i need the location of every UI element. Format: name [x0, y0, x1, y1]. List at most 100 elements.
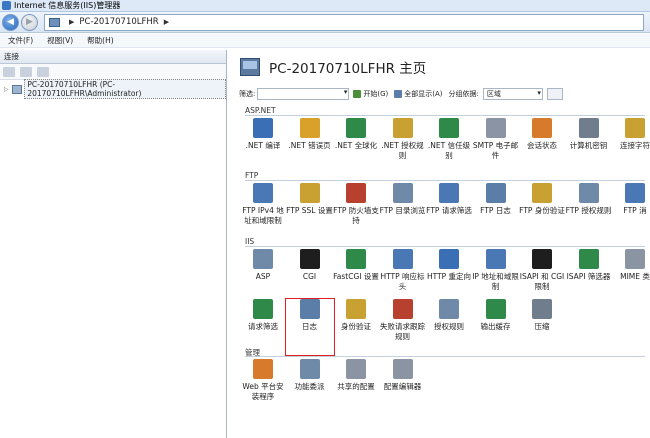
- feature-item[interactable]: 日志: [284, 298, 335, 356]
- feature-item[interactable]: HTTP 重定向: [425, 249, 473, 305]
- refresh-icon[interactable]: [37, 66, 49, 77]
- http-redirect-icon: [439, 249, 459, 269]
- feature-label: FTP IPv4 地址和域限制: [242, 206, 284, 225]
- fastcgi-icon: [346, 249, 366, 269]
- feature-item[interactable]: FTP SSL 设置: [286, 183, 334, 239]
- ftp-ssl-icon: [299, 183, 320, 203]
- mime-icon: [625, 249, 645, 269]
- session-icon: [532, 118, 552, 138]
- feature-item[interactable]: .NET 全球化: [332, 118, 380, 174]
- feature-item[interactable]: FTP IPv4 地址和域限制: [239, 183, 287, 239]
- section-divider: [245, 356, 645, 357]
- feature-item[interactable]: ISAPI 筛选器: [565, 249, 613, 305]
- feature-item[interactable]: 授权规则: [425, 299, 473, 355]
- dotnet-error-page-icon: [299, 118, 320, 138]
- failed-request-icon: [392, 299, 413, 319]
- breadcrumb-separator-end[interactable]: ▶: [164, 18, 169, 26]
- menu-help[interactable]: 帮助(H): [87, 35, 114, 46]
- feature-item[interactable]: FastCGI 设置: [332, 249, 380, 305]
- feature-item[interactable]: ASP: [239, 249, 287, 305]
- feature-item[interactable]: 失败请求跟踪规则: [379, 299, 427, 355]
- connect-icon[interactable]: [3, 66, 15, 77]
- feature-item[interactable]: 功能委派: [286, 359, 334, 415]
- feature-item[interactable]: 输出缓存: [472, 299, 520, 355]
- ftp-filter-icon: [439, 183, 459, 203]
- forward-button[interactable]: ▶: [21, 13, 38, 31]
- tree-item-label[interactable]: PC-20170710LFHR (PC-20170710LFHR\Adminis…: [24, 79, 226, 99]
- start-button[interactable]: 开始(G): [353, 89, 388, 99]
- machine-key-icon: [578, 118, 599, 138]
- feature-item[interactable]: CGI: [286, 249, 334, 305]
- feature-item[interactable]: .NET 编译: [239, 118, 287, 174]
- feature-item[interactable]: IP 地址和域限制: [472, 249, 520, 305]
- lock-icon: [392, 118, 413, 138]
- view-mode-button[interactable]: [546, 88, 563, 100]
- feature-item[interactable]: FTP 目录浏览: [379, 183, 427, 239]
- feature-item[interactable]: FTP 请求筛选: [425, 183, 473, 239]
- section-header[interactable]: ASP.NET: [245, 106, 276, 115]
- dotnet-compile-icon: [253, 118, 273, 138]
- section-divider: [245, 246, 645, 247]
- start-label: 开始(G): [363, 90, 389, 98]
- filter-input[interactable]: [257, 88, 350, 100]
- address-bar[interactable]: ▶ PC-20170710LFHR ▶: [44, 13, 644, 31]
- feature-item[interactable]: MIME 类: [611, 249, 650, 305]
- feature-label: 日志: [302, 322, 317, 331]
- menu-file[interactable]: 文件(F): [8, 35, 33, 46]
- section-divider: [245, 180, 645, 181]
- log-icon: [299, 299, 320, 319]
- feature-label: FTP 防火墙支持: [333, 206, 379, 225]
- feature-item[interactable]: 配置编辑器: [379, 359, 427, 415]
- breadcrumb-server[interactable]: PC-20170710LFHR: [79, 17, 158, 27]
- feature-label: .NET 全球化: [334, 141, 378, 150]
- feature-item[interactable]: FTP 授权规则: [565, 183, 613, 239]
- feature-label: 授权规则: [434, 322, 464, 331]
- show-all-button[interactable]: 全部显示(A): [394, 89, 443, 99]
- feature-item[interactable]: 共享的配置: [332, 359, 380, 415]
- ftp-dir-icon: [392, 183, 413, 203]
- feature-item[interactable]: .NET 信任级别: [425, 118, 473, 174]
- feature-item[interactable]: .NET 授权规则: [379, 118, 427, 174]
- feature-label: FTP 目录浏览: [379, 206, 426, 215]
- trust-shield-icon: [439, 118, 459, 138]
- expand-icon[interactable]: ▷: [4, 86, 9, 93]
- menu-view[interactable]: 视图(V): [47, 35, 73, 46]
- feature-item[interactable]: FTP 日志: [472, 183, 520, 239]
- feature-item[interactable]: FTP 防火墙支持: [332, 183, 380, 239]
- auth-icon: [346, 299, 366, 319]
- section-header[interactable]: FTP: [245, 171, 258, 180]
- window-title: Internet 信息服务(IIS)管理器: [14, 1, 121, 10]
- back-button[interactable]: ◀: [2, 13, 19, 31]
- title-bar: Internet 信息服务(IIS)管理器: [0, 0, 650, 12]
- feature-item[interactable]: 会话状态: [518, 118, 566, 174]
- feature-item[interactable]: FTP 身份验证: [518, 183, 566, 239]
- group-by-select[interactable]: 区域: [482, 88, 543, 100]
- feature-label: ISAPI 和 CGI 限制: [519, 272, 565, 291]
- ftp-ip-icon: [253, 183, 273, 203]
- feature-item[interactable]: 身份验证: [332, 299, 380, 355]
- shared-config-icon: [346, 359, 366, 379]
- feature-item[interactable]: FTP 消: [611, 183, 650, 239]
- mail-icon: [485, 118, 506, 138]
- feature-item[interactable]: Web 平台安装程序: [239, 359, 287, 415]
- ftp-auth-icon: [532, 183, 552, 203]
- feature-item[interactable]: 计算机密钥: [565, 118, 613, 174]
- cgi-icon: [299, 249, 320, 269]
- save-icon[interactable]: [20, 66, 32, 77]
- feature-item[interactable]: SMTP 电子邮件: [472, 118, 520, 174]
- feature-item[interactable]: 压缩: [518, 299, 566, 355]
- isapi-cgi-icon: [532, 249, 552, 269]
- feature-label: FastCGI 设置: [333, 272, 379, 281]
- tree-item-server[interactable]: ▷ PC-20170710LFHR (PC-20170710LFHR\Admin…: [4, 79, 226, 99]
- feature-label: 功能委派: [294, 382, 325, 391]
- feature-label: 输出缓存: [480, 322, 511, 331]
- feature-item[interactable]: .NET 错误页: [286, 118, 334, 174]
- page-header: PC-20170710LFHR 主页: [229, 50, 650, 84]
- feature-label: 请求筛选: [248, 322, 278, 331]
- compress-icon: [532, 299, 552, 319]
- feature-item[interactable]: 连接字符: [611, 118, 650, 174]
- section-header[interactable]: IIS: [245, 237, 254, 246]
- feature-item[interactable]: HTTP 响应标头: [379, 249, 427, 305]
- config-editor-icon: [392, 359, 413, 379]
- feature-item[interactable]: ISAPI 和 CGI 限制: [518, 249, 566, 305]
